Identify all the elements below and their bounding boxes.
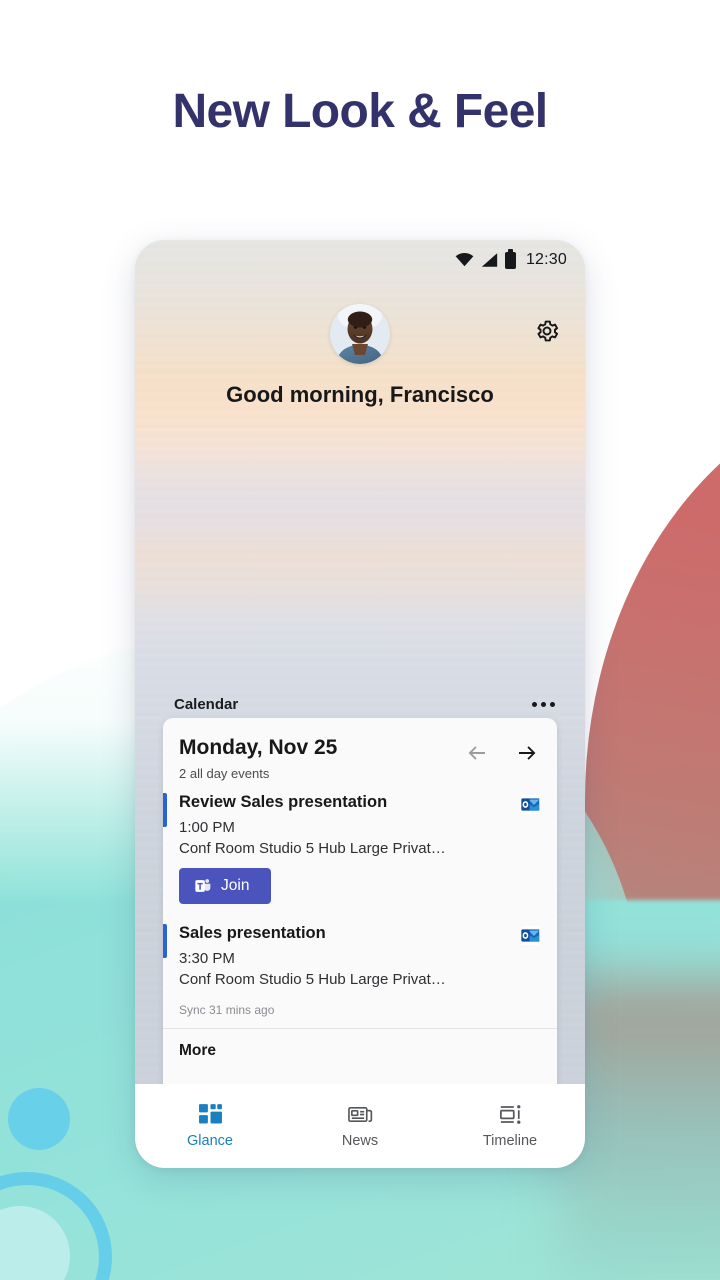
calendar-event-item[interactable]: Sales presentation 3:30 PM Conf Room Stu…	[163, 904, 557, 988]
avatar-photo	[330, 304, 390, 364]
join-button[interactable]: Join	[179, 868, 272, 905]
event-title: Sales presentation	[179, 924, 326, 943]
avatar[interactable]	[330, 304, 390, 364]
battery-icon	[504, 248, 516, 269]
calendar-section-title: Calendar	[174, 695, 239, 713]
sync-status: Sync 31 mins ago	[179, 1003, 275, 1018]
event-color-bar	[163, 793, 167, 828]
status-time: 12:30	[525, 251, 567, 268]
calendar-date-block: Monday, Nov 25 2 all day events	[179, 736, 338, 782]
calendar-date: Monday, Nov 25	[179, 736, 338, 759]
nav-item-glance[interactable]: Glance	[135, 1103, 285, 1149]
more-button[interactable]: More	[163, 1029, 557, 1073]
calendar-event-item[interactable]: Review Sales presentation 1:00 PM Conf R…	[163, 781, 557, 905]
background-ring-inner	[0, 1206, 70, 1280]
teams-icon	[195, 879, 211, 892]
calendar-card: Monday, Nov 25 2 all day events Review S…	[163, 718, 557, 1100]
timeline-icon	[499, 1105, 520, 1124]
join-button-label: Join	[221, 877, 250, 895]
gear-icon[interactable]	[534, 318, 560, 344]
outlook-icon	[520, 925, 541, 946]
nav-item-news[interactable]: News	[285, 1103, 435, 1149]
calendar-subtitle: 2 all day events	[179, 766, 270, 782]
page-title: New Look & Feel	[172, 85, 548, 138]
background-ring	[0, 1172, 112, 1280]
nav-item-timeline[interactable]: Timeline	[435, 1103, 585, 1149]
event-location: Conf Room Studio 5 Hub Large Privat…	[179, 840, 446, 858]
page-root: New Look & Feel 12:30 Good morning, Fran…	[0, 0, 720, 1280]
glance-grid-icon	[198, 1104, 222, 1124]
event-color-bar	[163, 924, 167, 959]
calendar-more-options-icon[interactable]	[530, 696, 557, 713]
event-time: 1:00 PM	[179, 819, 235, 837]
signal-icon	[481, 253, 498, 267]
wifi-icon	[455, 253, 474, 267]
calendar-section-header: Calendar	[135, 692, 585, 716]
status-bar: 12:30	[135, 240, 585, 280]
calendar-nav	[465, 737, 539, 765]
arrow-left-icon[interactable]	[465, 741, 489, 765]
event-location: Conf Room Studio 5 Hub Large Privat…	[179, 971, 446, 989]
bottom-navigation: Glance News Timeline	[135, 1084, 585, 1168]
arrow-right-icon[interactable]	[515, 741, 539, 765]
calendar-card-header: Monday, Nov 25 2 all day events	[163, 718, 557, 781]
phone-mockup: 12:30 Good morning, Francisco Calendar M…	[135, 240, 585, 1168]
nav-label-news: News	[341, 1133, 379, 1149]
nav-label-timeline: Timeline	[482, 1133, 538, 1149]
outlook-icon	[520, 794, 541, 815]
event-time: 3:30 PM	[179, 950, 235, 968]
greeting-text: Good morning, Francisco	[226, 382, 494, 407]
event-title: Review Sales presentation	[179, 793, 388, 812]
news-icon	[347, 1106, 372, 1123]
nav-label-glance: Glance	[187, 1133, 233, 1149]
background-circle	[8, 1088, 70, 1150]
background-shape-red	[585, 380, 720, 1080]
